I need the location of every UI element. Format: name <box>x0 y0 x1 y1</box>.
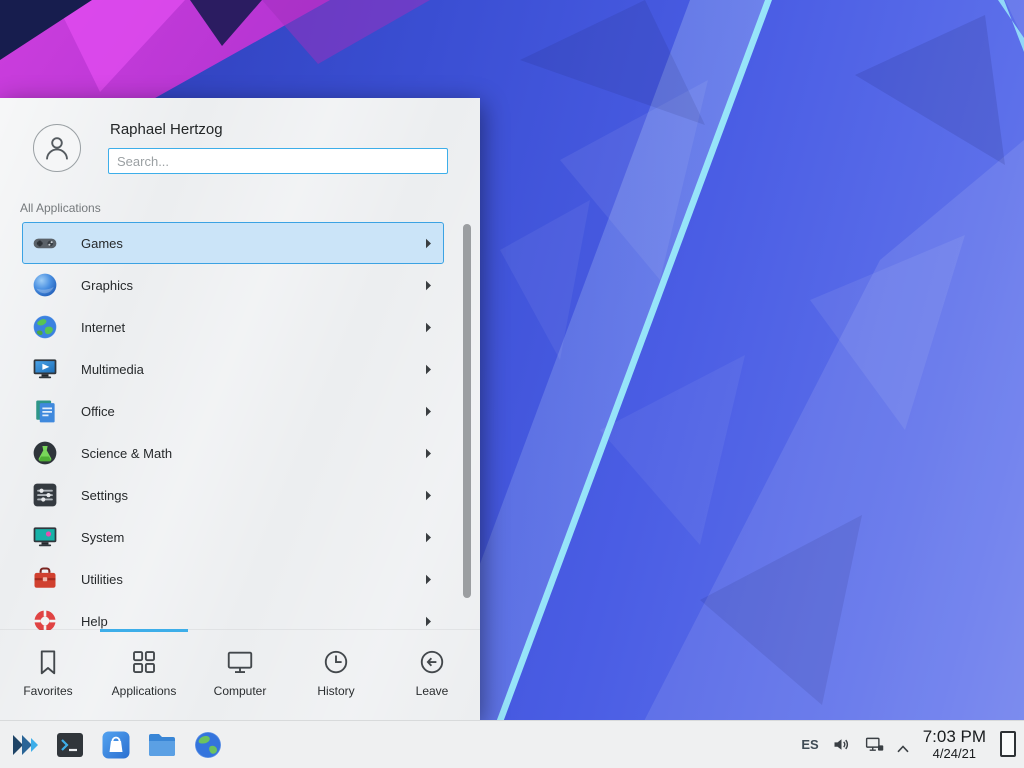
help-icon <box>31 607 59 630</box>
user-avatar[interactable] <box>33 124 81 172</box>
desktop: Raphael Hertzog All Applications Games Gr… <box>0 0 1024 768</box>
tab-label: Leave <box>416 684 449 698</box>
tab-applications[interactable]: Applications <box>96 630 192 720</box>
tab-computer[interactable]: Computer <box>192 630 288 720</box>
scrollbar-thumb[interactable] <box>463 224 471 598</box>
web-browser-launcher[interactable] <box>192 729 224 761</box>
games-icon <box>31 229 59 257</box>
category-internet[interactable]: Internet <box>22 306 444 348</box>
file-manager-launcher[interactable] <box>146 729 178 761</box>
category-list: Games Graphics Internet Multimedia Office Sci… <box>0 222 458 630</box>
show-desktop-button[interactable] <box>1000 731 1016 757</box>
scrollbar <box>463 222 471 630</box>
terminal-launcher[interactable] <box>54 729 86 761</box>
tab-leave[interactable]: Leave <box>384 630 480 720</box>
internet-icon <box>31 313 59 341</box>
clock-time: 7:03 PM <box>923 727 986 747</box>
submenu-arrow-icon <box>425 616 432 627</box>
multimedia-icon <box>31 355 59 383</box>
category-settings[interactable]: Settings <box>22 474 444 516</box>
category-label: Office <box>81 404 115 419</box>
category-graphics[interactable]: Graphics <box>22 264 444 306</box>
submenu-arrow-icon <box>425 490 432 501</box>
user-name: Raphael Hertzog <box>110 121 223 138</box>
tab-label: Applications <box>112 684 177 698</box>
tray-expander-caret-icon[interactable] <box>897 740 909 748</box>
app-launcher-button[interactable] <box>8 729 40 761</box>
science-icon <box>31 439 59 467</box>
category-system[interactable]: System <box>22 516 444 558</box>
submenu-arrow-icon <box>425 574 432 585</box>
category-label: Help <box>81 614 108 629</box>
submenu-arrow-icon <box>425 448 432 459</box>
category-office[interactable]: Office <box>22 390 444 432</box>
submenu-arrow-icon <box>425 280 432 291</box>
clock-date: 4/24/21 <box>923 747 986 762</box>
category-label: Settings <box>81 488 128 503</box>
utilities-icon <box>31 565 59 593</box>
category-science-math[interactable]: Science & Math <box>22 432 444 474</box>
tab-label: Computer <box>214 684 267 698</box>
system-tray: ES 7:03 PM 4/24/21 <box>801 727 1016 761</box>
tab-label: History <box>317 684 354 698</box>
network-icon[interactable] <box>864 734 885 755</box>
category-multimedia[interactable]: Multimedia <box>22 348 444 390</box>
keyboard-layout-indicator[interactable]: ES <box>801 737 818 752</box>
history-icon <box>321 647 351 677</box>
computer-icon <box>225 647 255 677</box>
tab-favorites[interactable]: Favorites <box>0 630 96 720</box>
volume-icon[interactable] <box>831 734 852 755</box>
launcher-tab-bar: Favorites Applications Computer History Leav… <box>0 629 480 720</box>
search-input[interactable] <box>108 148 448 174</box>
category-label: Graphics <box>81 278 133 293</box>
category-help[interactable]: Help <box>22 600 444 630</box>
taskbar: ES 7:03 PM 4/24/21 <box>0 720 1024 768</box>
category-utilities[interactable]: Utilities <box>22 558 444 600</box>
submenu-arrow-icon <box>425 406 432 417</box>
settings-icon <box>31 481 59 509</box>
tab-history[interactable]: History <box>288 630 384 720</box>
office-icon <box>31 397 59 425</box>
tab-label: Favorites <box>23 684 72 698</box>
submenu-arrow-icon <box>425 364 432 375</box>
submenu-arrow-icon <box>425 322 432 333</box>
category-label: Games <box>81 236 123 251</box>
taskbar-launchers <box>8 729 224 761</box>
software-center-launcher[interactable] <box>100 729 132 761</box>
applications-icon <box>129 647 159 677</box>
category-label: Internet <box>81 320 125 335</box>
favorites-icon <box>33 647 63 677</box>
category-label: Science & Math <box>81 446 172 461</box>
category-label: System <box>81 530 124 545</box>
leave-icon <box>417 647 447 677</box>
category-games[interactable]: Games <box>22 222 444 264</box>
digital-clock[interactable]: 7:03 PM 4/24/21 <box>923 727 986 761</box>
system-icon <box>31 523 59 551</box>
category-label: Multimedia <box>81 362 144 377</box>
application-launcher: Raphael Hertzog All Applications Games Gr… <box>0 98 480 720</box>
category-label: Utilities <box>81 572 123 587</box>
submenu-arrow-icon <box>425 532 432 543</box>
graphics-icon <box>31 271 59 299</box>
section-label: All Applications <box>20 201 101 215</box>
submenu-arrow-icon <box>425 238 432 249</box>
